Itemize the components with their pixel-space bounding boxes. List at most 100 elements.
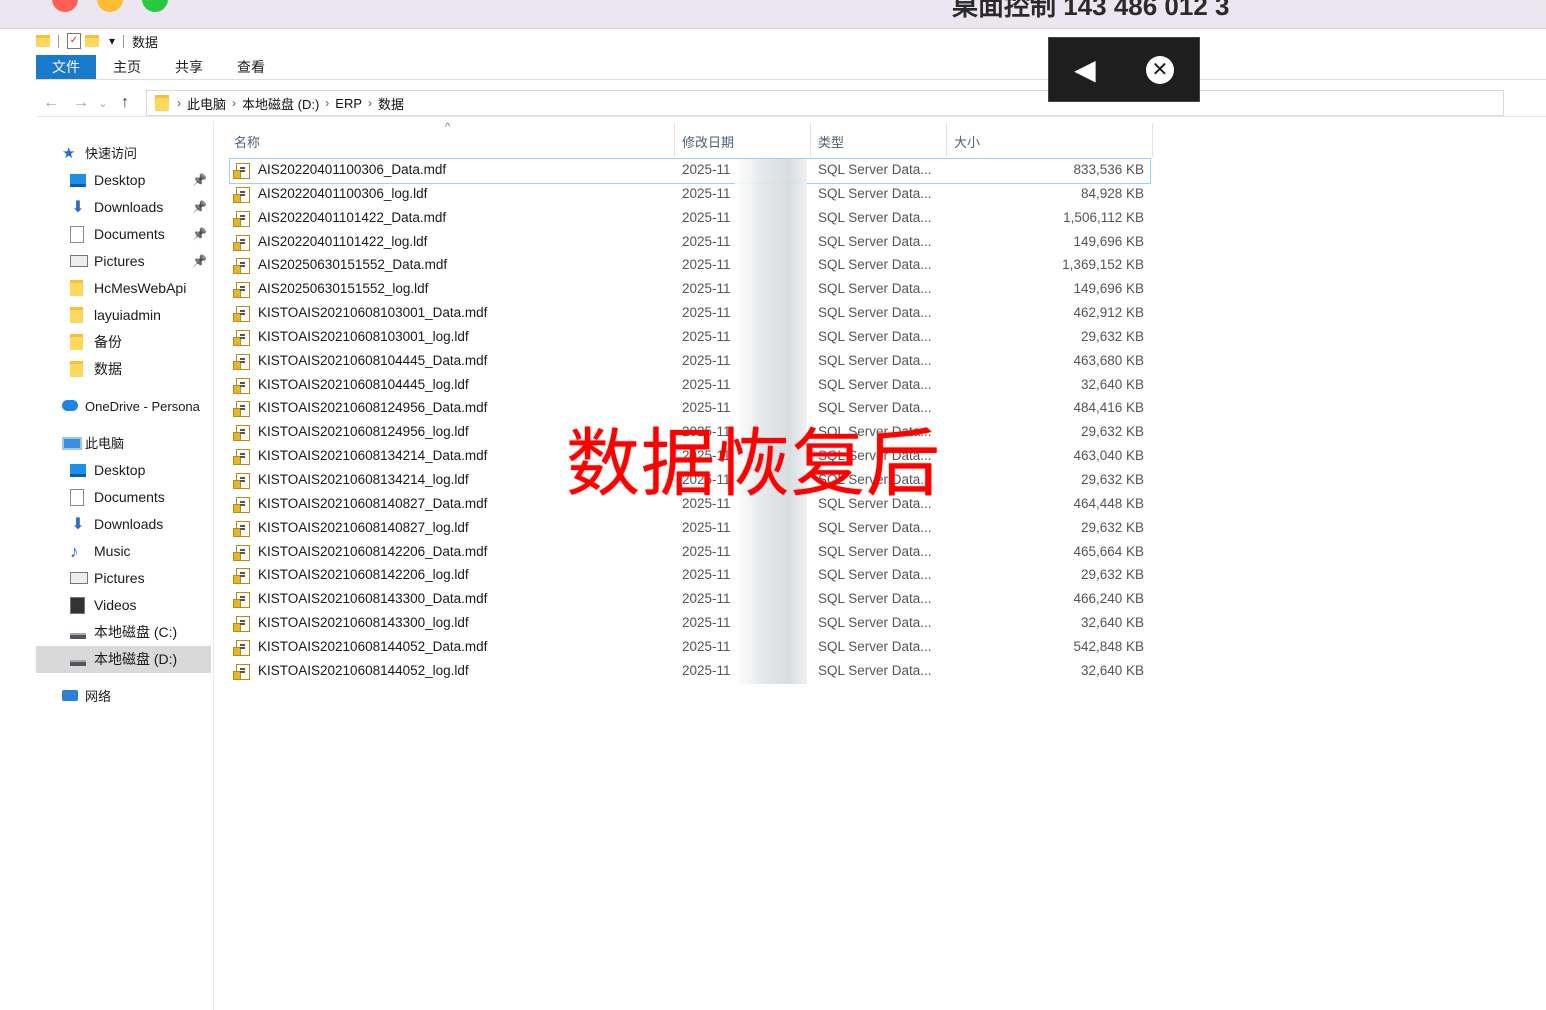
breadcrumb-drive-d[interactable]: 本地磁盘 (D:): [242, 94, 319, 113]
column-header-size[interactable]: 大小: [954, 132, 980, 151]
breadcrumb-this-pc[interactable]: 此电脑: [187, 94, 226, 113]
column-divider[interactable]: [810, 123, 811, 157]
sidebar-item-quick-2[interactable]: Documents 📌: [36, 221, 211, 248]
sidebar-item-this-pc[interactable]: 此电脑: [36, 430, 211, 457]
breadcrumb-erp[interactable]: ERP: [335, 96, 362, 111]
close-window-button[interactable]: [52, 0, 78, 12]
close-icon[interactable]: ✕: [1145, 55, 1174, 84]
sidebar-item-quick-1[interactable]: ⬇ Downloads 📌: [36, 194, 211, 221]
file-name: KISTOAIS20210608134214_Data.mdf: [258, 448, 488, 464]
table-row[interactable]: AIS20250630151552_Data.mdf 2025-11 SQL Ser…: [230, 254, 1150, 278]
pin-icon[interactable]: 📌: [192, 194, 207, 221]
sidebar-item-pc-7[interactable]: 本地磁盘 (D:): [36, 646, 211, 673]
sidebar-item-pc-4[interactable]: Pictures: [36, 565, 211, 592]
file-name: KISTOAIS20210608103001_Data.mdf: [258, 305, 488, 321]
table-row[interactable]: KISTOAIS20210608140827_log.ldf 2025-11 SQL…: [230, 517, 1150, 541]
sidebar-item-onedrive[interactable]: OneDrive - Persona: [36, 393, 211, 420]
sidebar-item-quick-access[interactable]: ★ 快速访问: [36, 140, 211, 167]
pin-icon[interactable]: 📌: [192, 248, 207, 275]
breadcrumb-separator-icon[interactable]: ›: [232, 96, 236, 110]
sidebar-item-label: Videos: [94, 597, 137, 613]
sidebar-item-pc-1[interactable]: Documents: [36, 484, 211, 511]
column-header-type[interactable]: 类型: [818, 132, 844, 151]
file-size: 542,848 KB: [1073, 638, 1144, 654]
column-divider[interactable]: [946, 123, 947, 157]
table-row[interactable]: KISTOAIS20210608142206_Data.mdf 2025-11 SQ…: [230, 541, 1150, 565]
sidebar-item-label: Music: [94, 543, 131, 559]
pin-icon[interactable]: 📌: [192, 221, 207, 248]
sidebar-item-quick-6[interactable]: 备份: [36, 329, 211, 356]
sidebar-item-quick-0[interactable]: Desktop 📌: [36, 167, 211, 194]
table-row[interactable]: KISTOAIS20210608104445_Data.mdf 2025-11 SQ…: [230, 350, 1150, 374]
sidebar-item-pc-0[interactable]: Desktop: [36, 457, 211, 484]
sidebar-item-quick-5[interactable]: layuiadmin: [36, 302, 211, 329]
forward-arrow-icon[interactable]: →: [66, 94, 96, 112]
file-size: 833,536 KB: [1073, 162, 1144, 177]
back-arrow-icon[interactable]: ←: [36, 94, 66, 112]
file-name: AIS20220401101422_Data.mdf: [258, 209, 447, 225]
file-size: 29,632 KB: [1080, 328, 1144, 344]
tab-home[interactable]: 主页: [96, 55, 158, 79]
breadcrumb-data[interactable]: 数据: [378, 94, 404, 113]
sidebar-item-quick-7[interactable]: 数据: [36, 356, 211, 383]
sidebar-item-quick-3[interactable]: Pictures 📌: [36, 248, 211, 275]
table-row[interactable]: KISTOAIS20210608144052_Data.mdf 2025-11 SQ…: [230, 636, 1150, 660]
customize-toolbar-dropdown[interactable]: ▾: [109, 34, 115, 48]
breadcrumb-separator-icon[interactable]: ›: [325, 96, 329, 110]
column-header-name[interactable]: 名称: [234, 132, 260, 151]
collapse-icon[interactable]: ◀︎: [1074, 53, 1096, 86]
table-row[interactable]: KISTOAIS20210608103001_log.ldf 2025-11 SQL…: [230, 326, 1150, 350]
download-icon: ⬇: [71, 199, 85, 216]
table-row[interactable]: KISTOAIS20210608143300_Data.mdf 2025-11 SQ…: [230, 588, 1150, 612]
pin-icon[interactable]: 📌: [192, 167, 207, 194]
table-row[interactable]: KISTOAIS20210608104445_log.ldf 2025-11 SQL…: [230, 374, 1150, 398]
folder-icon: [155, 95, 169, 111]
file-type: SQL Server Data...: [818, 662, 932, 678]
breadcrumb-separator-icon[interactable]: ›: [177, 96, 181, 110]
modified-date: 2025-11: [682, 352, 731, 368]
table-row[interactable]: AIS20220401101422_log.ldf 2025-11 SQL Serv…: [230, 231, 1150, 255]
sidebar-item-network[interactable]: 网络: [36, 683, 211, 710]
column-header-modified[interactable]: 修改日期: [682, 132, 734, 151]
table-row[interactable]: KISTOAIS20210608144052_log.ldf 2025-11 SQL…: [230, 660, 1150, 684]
table-row[interactable]: KISTOAIS20210608103001_Data.mdf 2025-11 SQ…: [230, 302, 1150, 326]
table-row[interactable]: KISTOAIS20210608143300_log.ldf 2025-11 SQL…: [230, 612, 1150, 636]
file-name: KISTOAIS20210608103001_log.ldf: [258, 328, 469, 344]
file-name: KISTOAIS20210608142206_Data.mdf: [258, 543, 488, 559]
sidebar-item-label: Documents: [94, 226, 165, 242]
tab-file[interactable]: 文件: [36, 55, 96, 79]
column-divider[interactable]: [1152, 123, 1153, 157]
file-type: SQL Server Data...: [818, 591, 932, 607]
table-row[interactable]: AIS20220401101422_Data.mdf 2025-11 SQL Ser…: [230, 207, 1150, 231]
tab-share[interactable]: 共享: [158, 55, 220, 79]
file-type: SQL Server Data...: [818, 615, 932, 631]
sidebar-item-pc-2[interactable]: ⬇ Downloads: [36, 511, 211, 538]
file-size: 1,369,152 KB: [1062, 257, 1144, 273]
breadcrumb-separator-icon[interactable]: ›: [368, 96, 372, 110]
tab-view[interactable]: 查看: [220, 55, 282, 79]
sidebar-item-quick-4[interactable]: HcMesWebApi: [36, 275, 211, 302]
overlay-stamp-text: 数据恢复后: [566, 424, 941, 506]
zoom-window-button[interactable]: [142, 0, 168, 12]
table-row[interactable]: KISTOAIS20210608142206_log.ldf 2025-11 SQL…: [230, 564, 1150, 588]
up-arrow-icon[interactable]: ↑: [110, 94, 140, 112]
file-name: KISTOAIS20210608144052_log.ldf: [258, 662, 469, 678]
minimize-window-button[interactable]: [97, 0, 123, 12]
sidebar-item-pc-3[interactable]: ♪ Music: [36, 538, 211, 565]
properties-icon[interactable]: ✓: [67, 33, 81, 49]
table-row[interactable]: AIS20250630151552_log.ldf 2025-11 SQL Serv…: [230, 278, 1150, 302]
column-divider[interactable]: [674, 123, 675, 157]
database-file-icon: [233, 306, 250, 323]
sidebar-item-pc-5[interactable]: Videos: [36, 592, 211, 619]
table-row[interactable]: AIS20220401100306_Data.mdf 2025-11 SQL Ser…: [229, 158, 1151, 184]
pane-divider[interactable]: [213, 121, 214, 1010]
pictures-icon: [70, 572, 88, 584]
table-row[interactable]: AIS20220401100306_log.ldf 2025-11 SQL Serv…: [230, 183, 1150, 207]
sidebar-item-pc-6[interactable]: 本地磁盘 (C:): [36, 619, 211, 646]
file-name: KISTOAIS20210608142206_log.ldf: [258, 567, 469, 583]
new-folder-icon[interactable]: [85, 35, 99, 47]
recent-locations-chevron-icon[interactable]: ⌄: [96, 97, 110, 110]
file-name: KISTOAIS20210608104445_Data.mdf: [258, 352, 488, 368]
breadcrumb[interactable]: › 此电脑 › 本地磁盘 (D:) › ERP › 数据: [146, 90, 1504, 116]
database-file-icon: [233, 449, 250, 466]
